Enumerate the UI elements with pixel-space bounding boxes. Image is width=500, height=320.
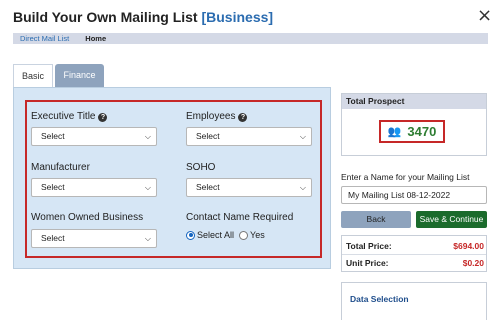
price-card: Total Price: $694.00 Unit Price: $0.20 bbox=[341, 235, 487, 272]
back-button[interactable]: Back bbox=[341, 211, 411, 228]
help-icon[interactable]: ? bbox=[98, 113, 108, 122]
title-text: Build Your Own Mailing List bbox=[13, 9, 198, 25]
total-price-value: $694.00 bbox=[453, 241, 484, 251]
chevron-down-icon: ⌵ bbox=[299, 183, 306, 192]
modal-title: Build Your Own Mailing List [Business] bbox=[13, 9, 273, 25]
prospect-count: 3470 bbox=[407, 124, 437, 139]
women-owned-select[interactable]: Select ⌵ bbox=[31, 229, 157, 248]
breadcrumb-link[interactable]: Direct Mail List bbox=[20, 34, 69, 43]
close-icon[interactable]: × bbox=[477, 7, 492, 25]
radio-select-all[interactable] bbox=[186, 230, 195, 240]
tab-finance[interactable]: Finance bbox=[55, 64, 104, 87]
radio-yes[interactable] bbox=[239, 230, 249, 240]
executive-title-label: Executive Title? bbox=[31, 111, 108, 122]
unit-price-row: Unit Price: $0.20 bbox=[346, 258, 484, 268]
total-prospect-card: Total Prospect 👥 3470 bbox=[341, 93, 487, 156]
unit-price-value: $0.20 bbox=[462, 258, 484, 268]
executive-title-label-text: Executive Title bbox=[31, 111, 96, 122]
employees-label: Employees? bbox=[186, 111, 248, 122]
save-continue-button[interactable]: Save & Continue bbox=[416, 211, 487, 228]
soho-select[interactable]: Select ⌵ bbox=[186, 178, 312, 197]
executive-title-select[interactable]: Select ⌵ bbox=[31, 127, 157, 146]
select-value: Select bbox=[41, 131, 65, 141]
select-value: Select bbox=[41, 182, 65, 192]
chevron-down-icon: ⌵ bbox=[144, 234, 151, 243]
total-price-row: Total Price: $694.00 bbox=[346, 241, 484, 251]
employees-select[interactable]: Select ⌵ bbox=[186, 127, 312, 146]
contact-name-radio-group: Select All Yes bbox=[186, 230, 270, 240]
price-divider bbox=[342, 254, 486, 255]
unit-price-label: Unit Price: bbox=[346, 258, 389, 268]
title-accent: [Business] bbox=[201, 9, 274, 25]
radio-select-all-label[interactable]: Select All bbox=[197, 230, 234, 240]
breadcrumb-current: Home bbox=[85, 34, 107, 43]
manufacturer-select[interactable]: Select ⌵ bbox=[31, 178, 157, 197]
chevron-down-icon: ⌵ bbox=[144, 183, 151, 192]
help-icon[interactable]: ? bbox=[238, 113, 248, 122]
total-prospect-header: Total Prospect bbox=[342, 94, 486, 109]
chevron-down-icon: ⌵ bbox=[299, 132, 306, 141]
tab-basic[interactable]: Basic bbox=[13, 64, 53, 87]
contact-name-label: Contact Name Required bbox=[186, 212, 294, 223]
women-owned-label: Women Owned Business bbox=[31, 212, 144, 223]
total-price-label: Total Price: bbox=[346, 241, 392, 251]
data-selection-card: Data Selection bbox=[341, 282, 487, 320]
prospect-count-box: 👥 3470 bbox=[379, 120, 445, 143]
chevron-down-icon: ⌵ bbox=[144, 132, 151, 141]
select-value: Select bbox=[196, 182, 220, 192]
select-value: Select bbox=[196, 131, 220, 141]
manufacturer-label: Manufacturer bbox=[31, 162, 90, 173]
soho-label: SOHO bbox=[186, 162, 216, 173]
breadcrumb: Direct Mail List Home bbox=[13, 33, 488, 44]
list-name-input[interactable]: My Mailing List 08-12-2022 bbox=[341, 186, 487, 204]
radio-yes-label[interactable]: Yes bbox=[250, 230, 265, 240]
data-selection-title: Data Selection bbox=[350, 294, 409, 304]
people-icon: 👥 bbox=[387, 125, 402, 138]
employees-label-text: Employees bbox=[186, 111, 236, 122]
select-value: Select bbox=[41, 233, 65, 243]
list-name-label: Enter a Name for your Mailing List bbox=[341, 172, 470, 182]
